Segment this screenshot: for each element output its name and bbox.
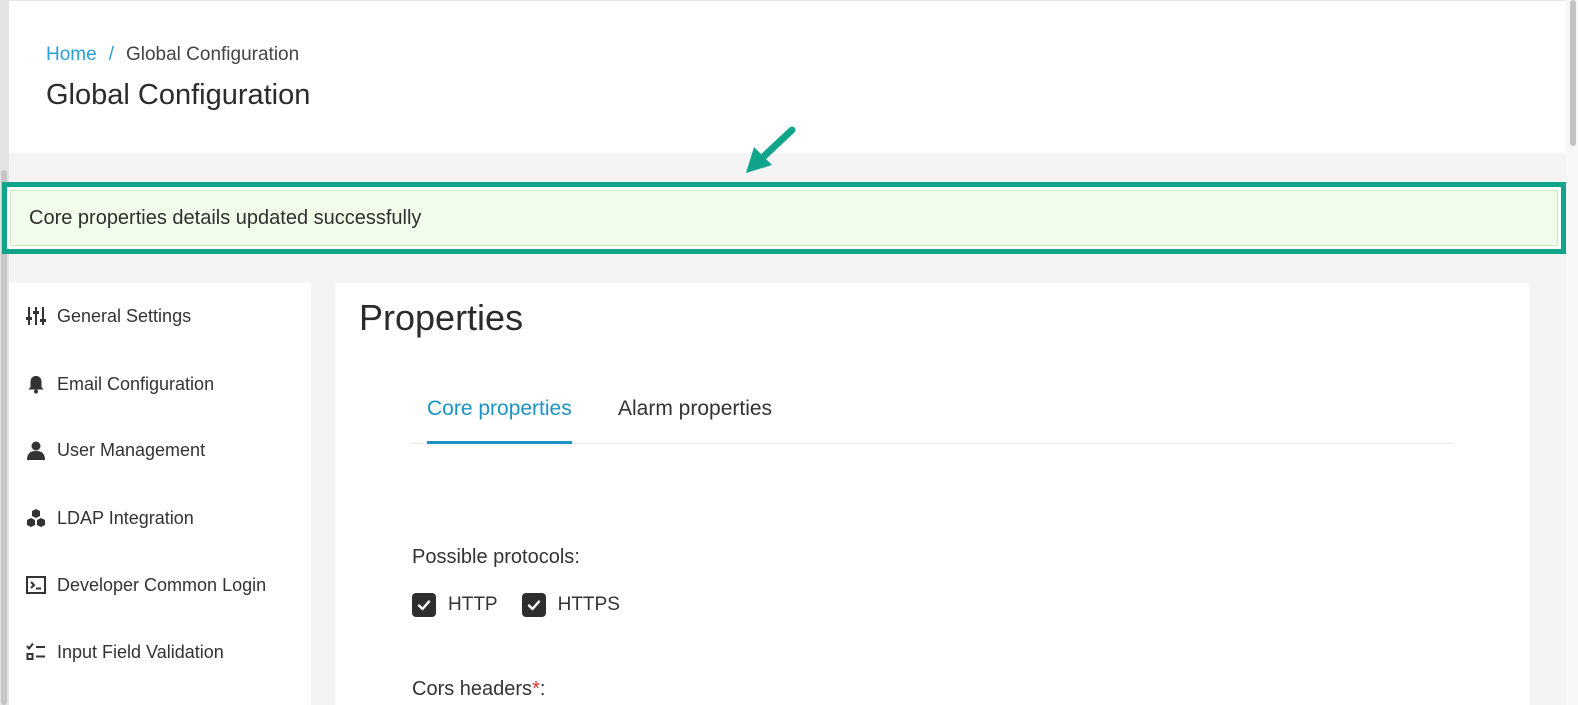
sidebar-item-developer-common-login[interactable]: Developer Common Login: [25, 570, 266, 600]
breadcrumb-home-link[interactable]: Home: [46, 44, 97, 66]
bell-icon: [25, 373, 47, 395]
protocol-checkboxes: HTTP HTTPS: [412, 593, 644, 617]
page-title: Global Configuration: [46, 79, 311, 111]
success-alert-message: Core properties details updated successf…: [29, 206, 422, 229]
http-label: HTTP: [448, 594, 498, 615]
sidebar-item-email-configuration[interactable]: Email Configuration: [25, 369, 214, 399]
sidebar-item-label: User Management: [57, 439, 206, 460]
cors-headers-label: Cors headers*:: [412, 678, 546, 700]
page-scrollbar[interactable]: [1566, 0, 1578, 705]
user-icon: [25, 439, 47, 461]
sidebar-item-user-management[interactable]: User Management: [25, 435, 205, 465]
left-scrollbar[interactable]: [0, 0, 9, 705]
terminal-icon: [25, 574, 47, 596]
sidebar-item-general-settings[interactable]: General Settings: [25, 301, 191, 331]
breadcrumb: Home / Global Configuration: [46, 44, 299, 66]
success-alert: Core properties details updated successf…: [10, 190, 1558, 246]
sidebar-item-label: LDAP Integration: [57, 507, 194, 528]
breadcrumb-current: Global Configuration: [125, 44, 300, 65]
possible-protocols-label: Possible protocols:: [412, 546, 580, 568]
http-checkbox[interactable]: [412, 593, 436, 617]
tab-alarm-properties[interactable]: Alarm properties: [618, 387, 772, 444]
https-checkbox[interactable]: [521, 593, 546, 617]
success-alert-highlight: Core properties details updated successf…: [2, 182, 1566, 254]
sliders-icon: [25, 305, 47, 327]
properties-tabs: Core properties Alarm properties: [411, 387, 1453, 444]
https-label: HTTPS: [557, 594, 620, 615]
sidebar-item-label: Developer Common Login: [57, 574, 267, 595]
required-marker: *: [532, 678, 540, 700]
https-checkbox-option[interactable]: HTTPS: [521, 593, 620, 617]
sidebar-item-label: General Settings: [57, 305, 192, 326]
http-checkbox-option[interactable]: HTTP: [412, 593, 498, 617]
properties-title: Properties: [359, 297, 524, 338]
page-scrollbar-thumb[interactable]: [1570, 0, 1576, 146]
tab-core-properties[interactable]: Core properties: [427, 387, 572, 444]
settings-sidebar: General Settings Email Configuration Use…: [9, 283, 311, 705]
annotation-arrow-icon: [746, 126, 796, 173]
breadcrumb-separator: /: [108, 44, 114, 65]
cubes-icon: [25, 507, 47, 529]
sidebar-item-label: Email Configuration: [57, 373, 215, 394]
checkmark-icon: [417, 600, 431, 611]
checkmark-icon: [527, 600, 540, 611]
sidebar-item-ldap-integration[interactable]: LDAP Integration: [25, 503, 194, 533]
checklist-icon: [25, 641, 47, 663]
properties-panel: Properties Core properties Alarm propert…: [335, 283, 1530, 705]
sidebar-item-label: Input Field Validation: [57, 641, 224, 662]
sidebar-item-input-field-validation[interactable]: Input Field Validation: [25, 637, 224, 667]
